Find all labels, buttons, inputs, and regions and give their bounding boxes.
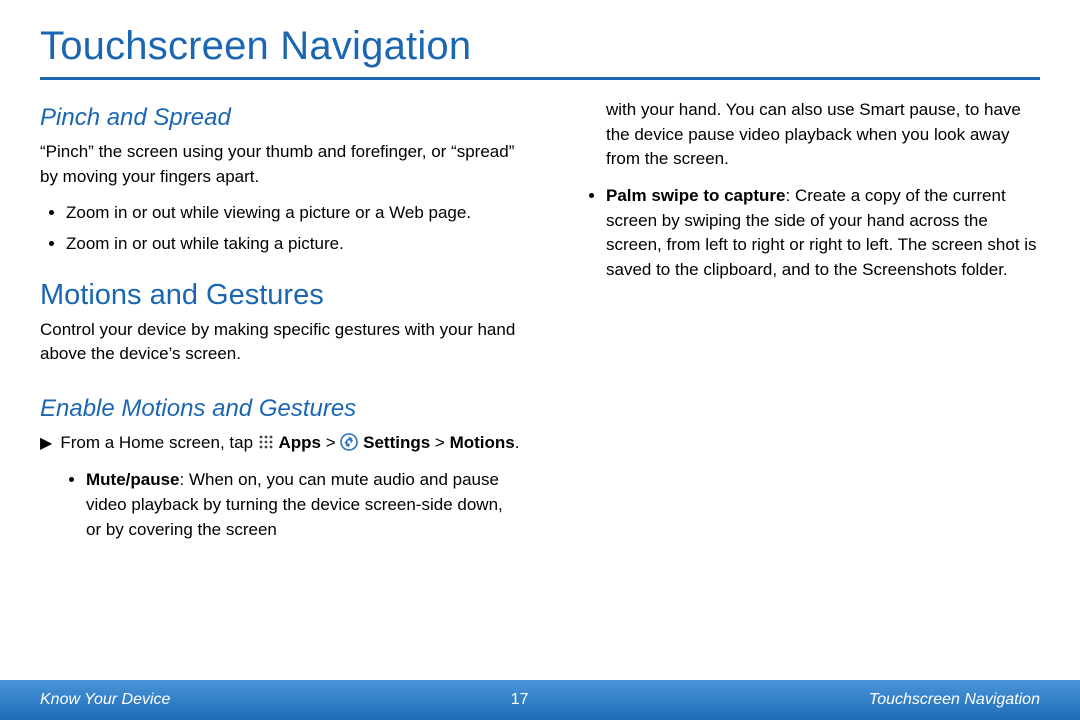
continuation-text: with your hand. You can also use Smart p…: [606, 98, 1040, 172]
motions-intro: Control your device by making specific g…: [40, 318, 520, 367]
footer-page-number: 17: [511, 691, 529, 709]
heading-pinch-spread: Pinch and Spread: [40, 104, 520, 132]
right-sub-list: Palm swipe to capture: Create a copy of …: [560, 184, 1040, 283]
footer-left: Know Your Device: [40, 691, 170, 709]
settings-label: Settings: [363, 433, 430, 452]
list-item: Palm swipe to capture: Create a copy of …: [606, 184, 1040, 283]
separator: >: [430, 433, 449, 452]
page-footer: Know Your Device 17 Touchscreen Navigati…: [0, 680, 1080, 720]
sub-list: Mute/pause: When on, you can mute audio …: [40, 468, 520, 542]
gear-icon: [340, 433, 358, 459]
step-row: ▶ From a Home screen, tap Apps > Setting…: [40, 431, 520, 459]
heading-enable-motions: Enable Motions and Gestures: [40, 395, 520, 423]
list-item: Mute/pause: When on, you can mute audio …: [86, 468, 520, 542]
page-title: Touchscreen Navigation: [40, 24, 1040, 80]
pinch-list: Zoom in or out while viewing a picture o…: [40, 201, 520, 256]
play-arrow-icon: ▶: [40, 432, 52, 456]
left-column: Pinch and Spread “Pinch” the screen usin…: [40, 98, 520, 548]
palm-swipe-label: Palm swipe to capture: [606, 186, 786, 205]
list-item: Zoom in or out while viewing a picture o…: [66, 201, 520, 226]
mute-pause-label: Mute/pause: [86, 470, 180, 489]
apps-grid-icon: [258, 433, 274, 458]
document-page: Touchscreen Navigation Pinch and Spread …: [0, 0, 1080, 720]
period: .: [515, 433, 520, 452]
heading-motions-gestures: Motions and Gestures: [40, 279, 520, 312]
separator: >: [321, 433, 340, 452]
list-item: Zoom in or out while taking a picture.: [66, 232, 520, 257]
footer-right: Touchscreen Navigation: [869, 691, 1040, 709]
pinch-intro: “Pinch” the screen using your thumb and …: [40, 140, 520, 189]
content-columns: Pinch and Spread “Pinch” the screen usin…: [40, 98, 1040, 548]
step-text: From a Home screen, tap Apps > Settings …: [60, 431, 519, 459]
right-column: with your hand. You can also use Smart p…: [560, 98, 1040, 548]
motions-label: Motions: [450, 433, 515, 452]
apps-label: Apps: [279, 433, 322, 452]
step-prefix: From a Home screen, tap: [60, 433, 257, 452]
